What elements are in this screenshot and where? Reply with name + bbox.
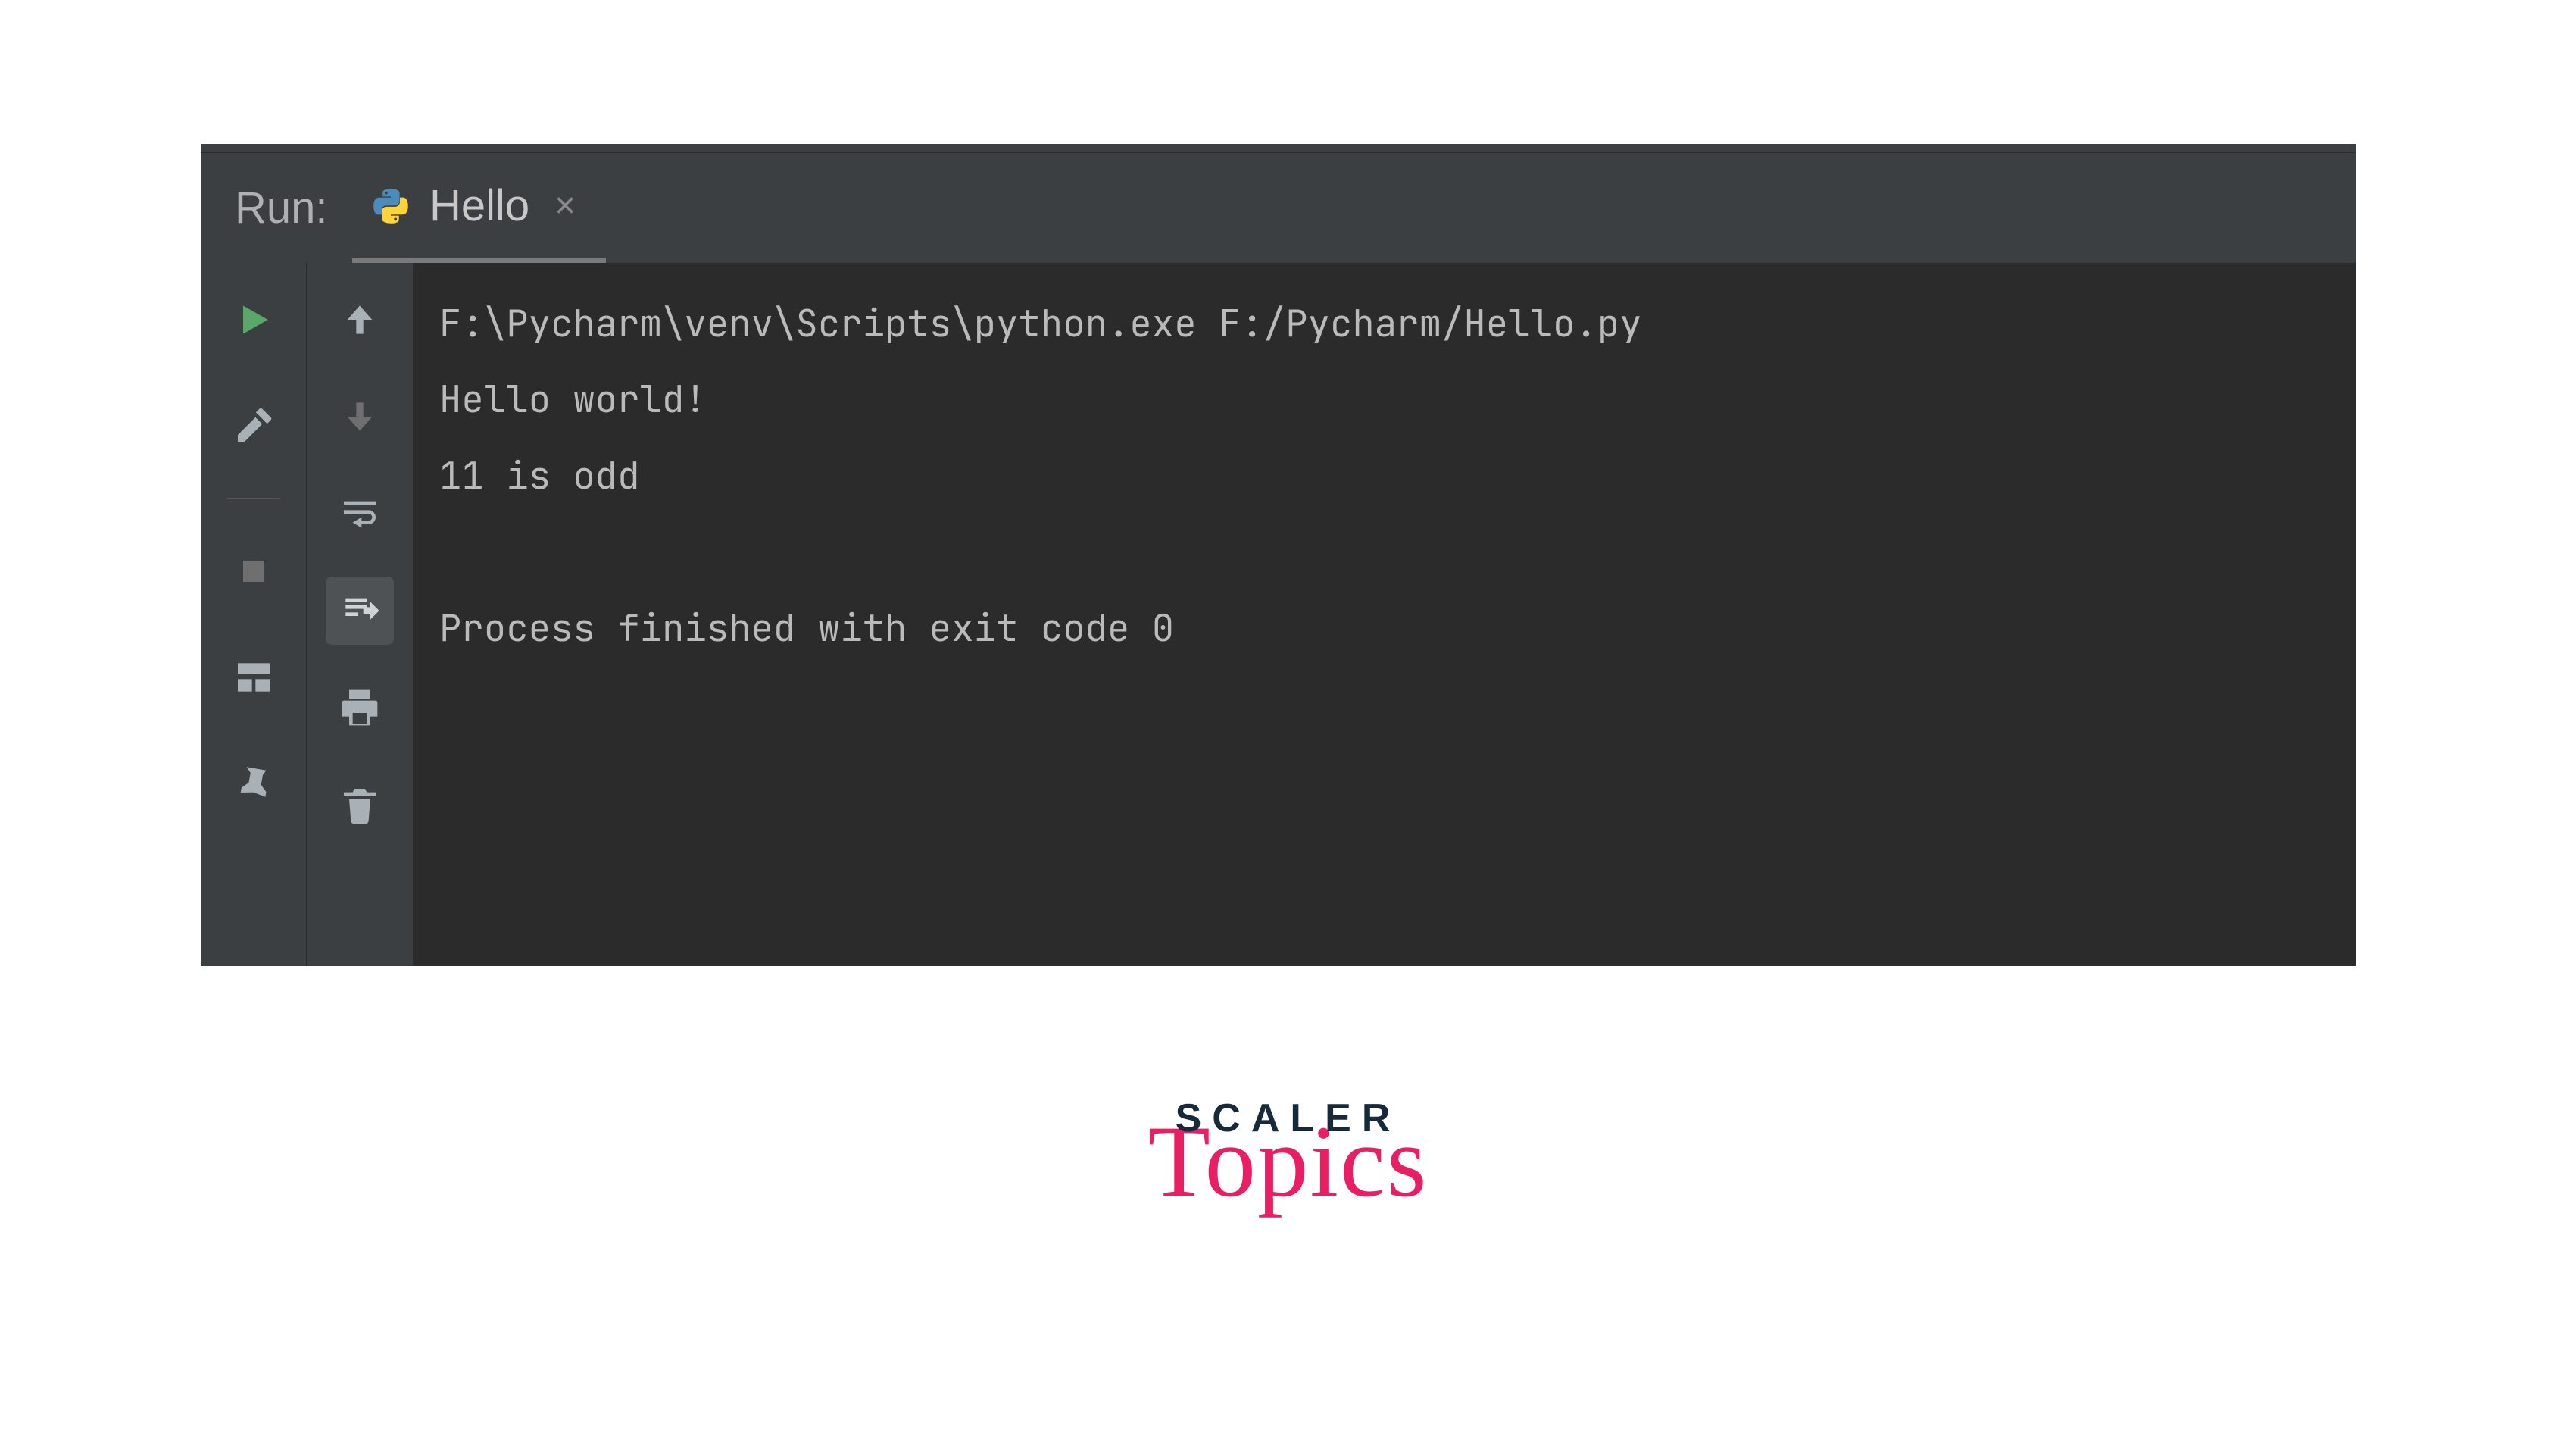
layout-button[interactable] — [220, 643, 288, 711]
run-tab-bar: Run: Hello × — [201, 153, 2356, 263]
logo-line-1: SCALER — [1147, 1099, 1428, 1138]
toolbar-divider — [227, 498, 280, 499]
scaler-topics-logo: SCALER Topics — [1147, 1099, 1428, 1213]
run-tab-label: Hello — [429, 180, 529, 231]
clear-all-button[interactable] — [326, 771, 394, 839]
python-file-icon — [371, 186, 411, 226]
run-body: F:\Pycharm\venv\Scripts\python.exe F:/Py… — [201, 263, 2356, 966]
stop-button[interactable] — [220, 537, 288, 605]
down-stack-button[interactable] — [326, 383, 394, 451]
pin-button[interactable] — [220, 749, 288, 818]
console-output[interactable]: F:\Pycharm\venv\Scripts\python.exe F:/Py… — [413, 263, 2356, 966]
run-toolbar-secondary — [307, 263, 413, 966]
up-stack-button[interactable] — [326, 286, 394, 354]
scroll-to-end-button[interactable] — [326, 577, 394, 645]
run-tab-hello[interactable]: Hello × — [352, 153, 606, 263]
rerun-button[interactable] — [220, 286, 288, 354]
run-tool-window: Run: Hello × — [201, 144, 2356, 966]
print-button[interactable] — [326, 674, 394, 742]
window-top-border — [201, 144, 2356, 153]
edit-config-button[interactable] — [220, 392, 288, 460]
run-panel-label: Run: — [201, 183, 352, 233]
soft-wrap-button[interactable] — [326, 480, 394, 548]
run-toolbar-primary — [201, 263, 307, 966]
close-tab-icon[interactable]: × — [548, 185, 576, 227]
